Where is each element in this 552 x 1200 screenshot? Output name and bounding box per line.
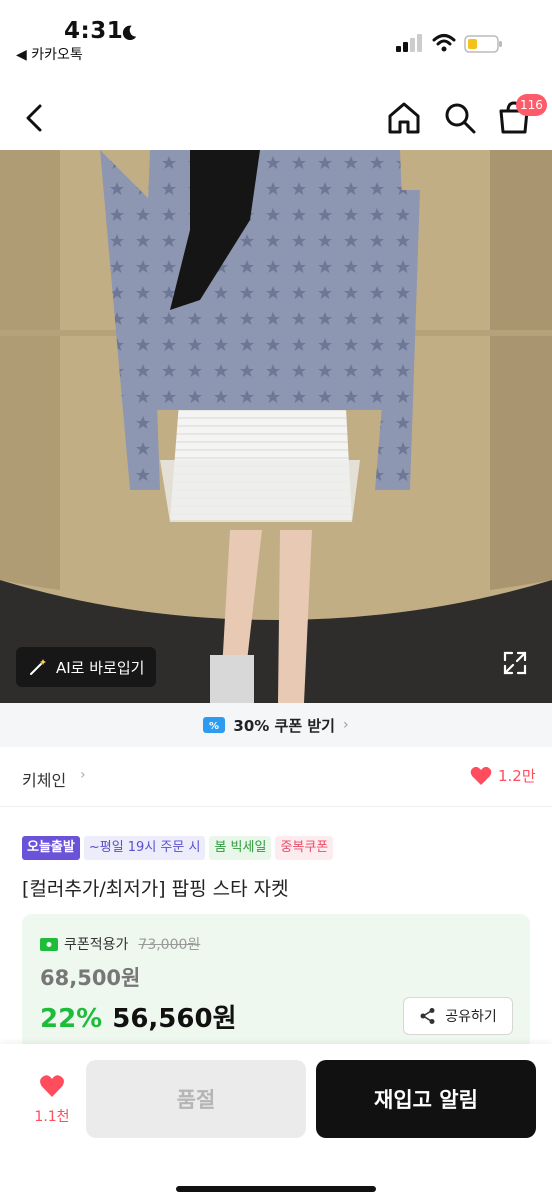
sale-price-row: 22% 56,560원	[40, 998, 237, 1035]
coupon-banner[interactable]: % 30% 쿠폰 받기 ›	[0, 703, 552, 747]
list-price: 73,000원	[138, 937, 201, 953]
status-bar: 4:31 ◀ 카카오톡	[0, 0, 552, 70]
product-tags: 오늘출발 ~평일 19시 주문 시 봄 빅세일 중복쿠폰	[22, 836, 334, 860]
product-photo-illustration	[0, 150, 552, 703]
top-navbar: 116	[0, 84, 552, 150]
back-to-app-link[interactable]: ◀ 카카오톡	[16, 44, 83, 64]
product-title: [컬러추가/최저가] 팝핑 스타 자켓	[22, 878, 289, 900]
coupon-price-label: 쿠폰적용가	[64, 937, 129, 953]
brand-row: 키체인 › 1.2만	[0, 747, 552, 807]
product-image[interactable]: AI로 바로입기	[0, 150, 552, 703]
discount-rate: 22%	[40, 1004, 103, 1034]
svg-text:%: %	[209, 721, 219, 732]
cart-count-badge: 116	[516, 94, 547, 116]
share-icon	[420, 1008, 435, 1024]
expand-icon[interactable]	[502, 650, 528, 676]
wishlist-button[interactable]: 1.1천	[30, 1074, 74, 1126]
original-price: 68,500원	[40, 966, 141, 990]
status-time: 4:31	[64, 18, 124, 44]
chevron-right-icon: ›	[80, 767, 86, 783]
magic-wand-icon	[30, 659, 46, 675]
ai-try-on-button[interactable]: AI로 바로입기	[16, 647, 156, 687]
heart-icon	[40, 1075, 64, 1097]
coupon-ticket-icon	[40, 937, 58, 951]
home-indicator	[176, 1186, 376, 1192]
coupon-banner-label: 30% 쿠폰 받기	[233, 716, 335, 735]
wifi-icon	[432, 34, 456, 52]
brand-like-count: 1.2만	[498, 767, 536, 785]
coupon-price-row: 쿠폰적용가 73,000원	[40, 934, 200, 954]
brand-name-link[interactable]: 키체인	[22, 767, 66, 791]
battery-icon	[464, 35, 502, 53]
brand-like-button[interactable]: 1.2만	[470, 765, 536, 786]
back-arrow-icon[interactable]	[18, 98, 54, 138]
coupon-ticket-icon: %	[203, 717, 226, 733]
price-box: 쿠폰적용가 73,000원 68,500원 22% 56,560원 공유하기	[22, 914, 530, 1044]
search-icon[interactable]	[440, 98, 480, 138]
tag-spring-sale: 봄 빅세일	[209, 836, 272, 860]
wishlist-count: 1.1천	[34, 1109, 70, 1125]
home-icon[interactable]	[384, 98, 424, 138]
restock-alert-button[interactable]: 재입고 알림	[316, 1060, 536, 1138]
sale-price: 56,560원	[112, 1004, 237, 1034]
heart-icon	[470, 766, 492, 785]
chevron-right-icon: ›	[342, 717, 349, 733]
signal-icon	[396, 34, 422, 52]
moon-icon	[122, 25, 137, 41]
bottom-action-bar: 1.1천 품절 재입고 알림	[0, 1044, 552, 1200]
tag-order-cutoff: ~평일 19시 주문 시	[83, 836, 206, 860]
soldout-button: 품절	[86, 1060, 306, 1138]
share-button[interactable]: 공유하기	[403, 997, 513, 1035]
share-label: 공유하기	[445, 1009, 497, 1025]
tag-stack-coupon: 중복쿠폰	[275, 836, 334, 860]
tag-today-ship: 오늘출발	[22, 836, 80, 860]
ai-try-on-label: AI로 바로입기	[56, 658, 145, 677]
